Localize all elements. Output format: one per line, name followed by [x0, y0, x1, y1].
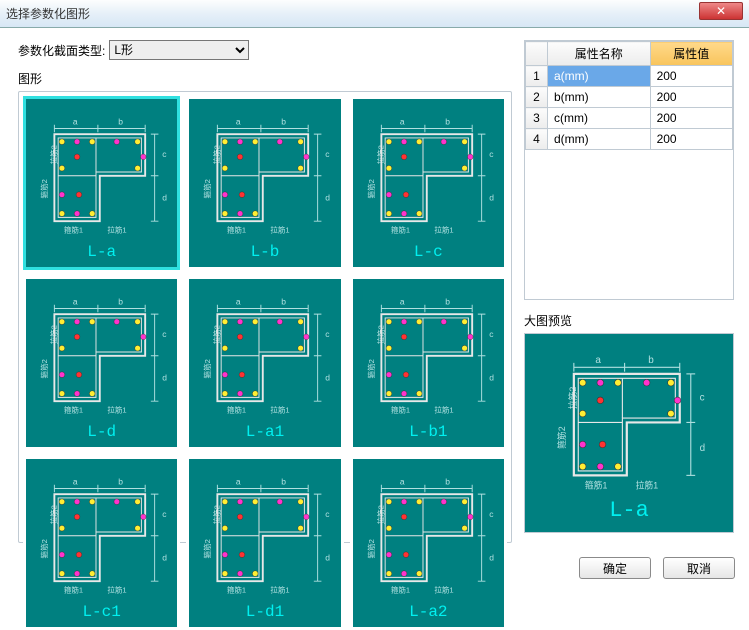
- shape-caption: L-a1: [246, 423, 284, 441]
- property-table[interactable]: 属性名称 属性值 1a(mm)2002b(mm)2003c(mm)2004d(m…: [525, 41, 733, 150]
- prop-value[interactable]: 200: [650, 108, 732, 129]
- shape-caption: L-d: [87, 423, 116, 441]
- title-bar: 选择参数化图形 ✕: [0, 0, 749, 28]
- prop-name: c(mm): [548, 108, 651, 129]
- shape-caption: L-c1: [82, 603, 120, 621]
- prop-idx: 3: [526, 108, 548, 129]
- window-title: 选择参数化图形: [6, 5, 90, 22]
- shape-caption: L-d1: [246, 603, 284, 621]
- shape-caption: L-a: [87, 243, 116, 261]
- shape-L-a2[interactable]: L-a2: [350, 456, 507, 630]
- section-type-select[interactable]: L形: [109, 40, 249, 60]
- prop-idx: 2: [526, 87, 548, 108]
- shape-L-a[interactable]: L-a: [23, 96, 180, 270]
- prop-row[interactable]: 3c(mm)200: [526, 108, 733, 129]
- preview-caption: L-a: [609, 498, 649, 523]
- section-type-label: 参数化截面类型:: [18, 42, 105, 59]
- col-name: 属性名称: [548, 42, 651, 66]
- prop-name: d(mm): [548, 129, 651, 150]
- shapes-grid: L-aL-bL-cL-dL-a1L-b1L-c1L-d1L-a2: [18, 91, 512, 543]
- shape-L-a1[interactable]: L-a1: [186, 276, 343, 450]
- prop-value[interactable]: 200: [650, 129, 732, 150]
- prop-row[interactable]: 4d(mm)200: [526, 129, 733, 150]
- shape-caption: L-b: [251, 243, 280, 261]
- preview-label: 大图预览: [524, 312, 734, 329]
- col-idx: [526, 42, 548, 66]
- shape-L-d1[interactable]: L-d1: [186, 456, 343, 630]
- prop-idx: 1: [526, 66, 548, 87]
- prop-name: a(mm): [548, 66, 651, 87]
- preview-box: L-a: [524, 333, 734, 533]
- shape-L-b[interactable]: L-b: [186, 96, 343, 270]
- shapes-label: 图形: [18, 70, 512, 87]
- col-value: 属性值: [650, 42, 732, 66]
- ok-button[interactable]: 确定: [579, 557, 651, 579]
- prop-value[interactable]: 200: [650, 66, 732, 87]
- prop-value[interactable]: 200: [650, 87, 732, 108]
- shape-caption: L-c: [414, 243, 443, 261]
- prop-idx: 4: [526, 129, 548, 150]
- close-button[interactable]: ✕: [699, 2, 743, 20]
- shape-L-b1[interactable]: L-b1: [350, 276, 507, 450]
- shape-caption: L-a2: [409, 603, 447, 621]
- shape-caption: L-b1: [409, 423, 447, 441]
- prop-row[interactable]: 1a(mm)200: [526, 66, 733, 87]
- cancel-button[interactable]: 取消: [663, 557, 735, 579]
- property-table-container: 属性名称 属性值 1a(mm)2002b(mm)2003c(mm)2004d(m…: [524, 40, 734, 300]
- prop-name: b(mm): [548, 87, 651, 108]
- shape-L-c1[interactable]: L-c1: [23, 456, 180, 630]
- shape-L-d[interactable]: L-d: [23, 276, 180, 450]
- shape-L-c[interactable]: L-c: [350, 96, 507, 270]
- prop-row[interactable]: 2b(mm)200: [526, 87, 733, 108]
